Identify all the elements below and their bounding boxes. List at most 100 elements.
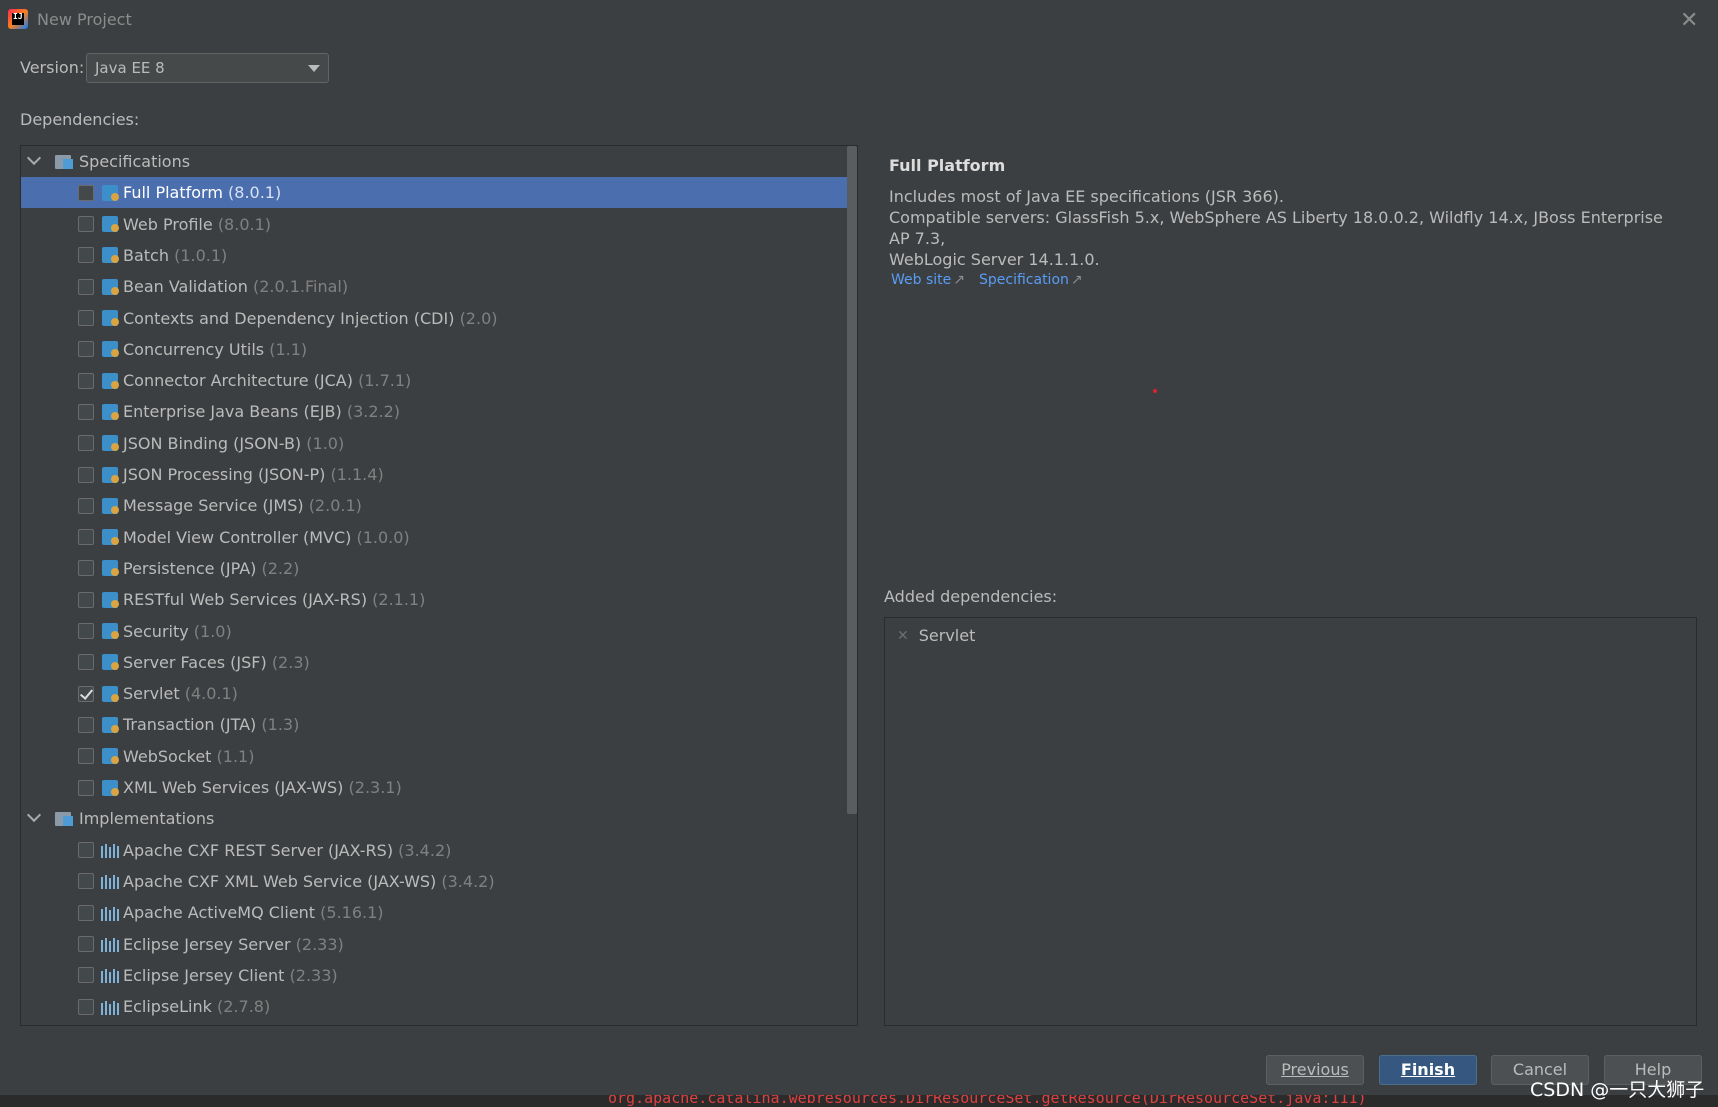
tree-item[interactable]: JSON Processing (JSON-P) (1.1.4) — [21, 459, 847, 490]
dependency-checkbox[interactable] — [78, 341, 94, 358]
tree-item[interactable]: Apache CXF REST Server (JAX-RS) (3.4.2) — [21, 835, 847, 866]
dependency-checkbox[interactable] — [78, 184, 94, 201]
dependency-version: (1.0.1) — [174, 245, 228, 265]
watermark: CSDN @一只大狮子 — [1530, 1079, 1705, 1101]
tree-item[interactable]: Servlet (4.0.1) — [21, 678, 847, 709]
detail-links: Web site ↗ Specification ↗ — [891, 272, 1083, 288]
library-icon — [101, 873, 119, 890]
tree-item[interactable]: Server Faces (JSF) (2.3) — [21, 647, 847, 678]
dependency-checkbox[interactable] — [78, 497, 94, 514]
dependency-checkbox[interactable] — [78, 748, 94, 765]
dependency-checkbox[interactable] — [78, 779, 94, 796]
dependency-checkbox[interactable] — [78, 372, 94, 389]
tree-item[interactable]: Transaction (JTA) (1.3) — [21, 709, 847, 740]
tree-item[interactable]: Contexts and Dependency Injection (CDI) … — [21, 303, 847, 334]
tree-item[interactable]: Concurrency Utils (1.1) — [21, 334, 847, 365]
library-icon — [101, 967, 119, 984]
dependency-checkbox[interactable] — [78, 278, 94, 295]
dependency-name: Enterprise Java Beans (EJB) — [123, 402, 342, 422]
console-text: org.apache.catalina.webresources.DirReso… — [608, 1095, 1367, 1107]
tree-item[interactable]: Model View Controller (MVC) (1.0.0) — [21, 522, 847, 553]
tree-item[interactable]: Message Service (JMS) (2.0.1) — [21, 490, 847, 521]
added-dependency-item: ✕ Servlet — [897, 626, 975, 645]
dependency-checkbox[interactable] — [78, 685, 94, 702]
dependency-checkbox[interactable] — [78, 403, 94, 420]
chevron-down-icon — [308, 65, 320, 72]
tree-item[interactable]: WebSocket (1.1) — [21, 741, 847, 772]
tree-item[interactable]: Persistence (JPA) (2.2) — [21, 553, 847, 584]
previous-button[interactable]: Previous — [1266, 1055, 1364, 1085]
chevron-down-icon[interactable] — [26, 150, 42, 166]
dependency-checkbox[interactable] — [78, 936, 94, 952]
finish-button[interactable]: Finish — [1379, 1055, 1477, 1085]
tree-item[interactable]: RESTful Web Services (JAX-RS) (2.1.1) — [21, 584, 847, 615]
version-label: Version: — [20, 58, 85, 77]
dependency-name: Server Faces (JSF) — [123, 652, 267, 672]
tree-item[interactable]: XML Web Services (JAX-WS) (2.3.1) — [21, 772, 847, 803]
dependency-checkbox[interactable] — [78, 967, 94, 984]
dependency-checkbox[interactable] — [78, 654, 94, 671]
spec-module-icon — [101, 309, 119, 327]
dependency-name: Bean Validation — [123, 277, 248, 297]
remove-icon[interactable]: ✕ — [897, 628, 909, 644]
tree-item[interactable]: Full Platform (8.0.1) — [21, 177, 847, 209]
tree-item[interactable]: EclipseLink (2.7.8) — [21, 991, 847, 1022]
dependencies-tree[interactable]: Specifications Full Platform (8.0.1) Web P… — [20, 145, 858, 1026]
dependency-checkbox[interactable] — [78, 466, 94, 483]
dependency-name: Message Service (JMS) — [123, 496, 304, 516]
dependency-checkbox[interactable] — [78, 560, 94, 577]
dependency-version: (2.0.1.Final) — [252, 277, 349, 297]
tree-category-specifications[interactable]: Specifications — [21, 146, 847, 177]
dependency-checkbox[interactable] — [78, 529, 94, 546]
intellij-logo-icon: IJ — [8, 9, 28, 29]
dependency-version: (1.1) — [216, 746, 255, 766]
dependency-checkbox[interactable] — [78, 310, 94, 326]
dependency-name: Servlet — [123, 684, 180, 704]
tree-item[interactable]: JSON Binding (JSON-B) (1.0) — [21, 428, 847, 459]
dependency-checkbox[interactable] — [78, 216, 94, 233]
version-dropdown[interactable]: Java EE 8 — [86, 53, 329, 83]
version-value: Java EE 8 — [95, 59, 165, 77]
dependency-checkbox[interactable] — [78, 623, 94, 639]
tree-item[interactable]: Eclipse Jersey Server (2.33) — [21, 929, 847, 960]
spec-module-icon — [101, 653, 119, 671]
dependency-checkbox[interactable] — [78, 904, 94, 921]
external-link-icon: ↗ — [1070, 272, 1083, 288]
spec-module-icon — [101, 278, 119, 296]
tree-scrollbar[interactable] — [847, 146, 857, 814]
title-bar: IJ New Project ✕ — [0, 0, 1718, 40]
dependency-checkbox[interactable] — [78, 435, 94, 452]
close-icon[interactable]: ✕ — [1680, 8, 1698, 33]
detail-line: Compatible servers: GlassFish 5.x, WebSp… — [889, 208, 1663, 248]
tree-item[interactable]: Eclipse Jersey Client (2.33) — [21, 960, 847, 991]
dependency-checkbox[interactable] — [78, 873, 94, 890]
tree-item[interactable]: Apache ActiveMQ Client (5.16.1) — [21, 897, 847, 928]
dependency-version: (2.33) — [289, 965, 338, 985]
dependency-checkbox[interactable] — [78, 998, 94, 1015]
tree-item[interactable]: Enterprise Java Beans (EJB) (3.2.2) — [21, 396, 847, 427]
tree-item[interactable]: Web Profile (8.0.1) — [21, 209, 847, 240]
tree-item[interactable]: Batch (1.0.1) — [21, 240, 847, 271]
detail-line: WebLogic Server 14.1.1.0. — [889, 250, 1100, 269]
dependency-checkbox[interactable] — [78, 591, 94, 608]
dependency-name: RESTful Web Services (JAX-RS) — [123, 590, 368, 610]
dependency-name: Full Platform — [123, 183, 223, 203]
library-icon — [101, 905, 119, 921]
added-dependencies-label: Added dependencies: — [884, 587, 1058, 606]
dependency-checkbox[interactable] — [78, 842, 94, 859]
dependency-name: Security — [123, 621, 189, 641]
detail-line: Includes most of Java EE specifications … — [889, 187, 1284, 206]
dependency-checkbox[interactable] — [78, 247, 94, 264]
web-site-link[interactable]: Web site ↗ — [891, 272, 965, 288]
chevron-down-icon[interactable] — [26, 808, 42, 823]
spec-module-icon — [101, 215, 119, 233]
tree-item[interactable]: Apache CXF XML Web Service (JAX-WS) (3.4… — [21, 866, 847, 897]
background-console: org.apache.catalina.webresources.DirReso… — [0, 1095, 1718, 1107]
tree-item[interactable]: Bean Validation (2.0.1.Final) — [21, 271, 847, 302]
added-dependency-name: Servlet — [918, 626, 976, 645]
tree-item[interactable]: Security (1.0) — [21, 616, 847, 647]
dependency-checkbox[interactable] — [78, 716, 94, 733]
tree-category-implementations[interactable]: Implementations — [21, 803, 847, 834]
specification-link[interactable]: Specification ↗ — [979, 272, 1083, 288]
tree-item[interactable]: Connector Architecture (JCA) (1.7.1) — [21, 365, 847, 396]
